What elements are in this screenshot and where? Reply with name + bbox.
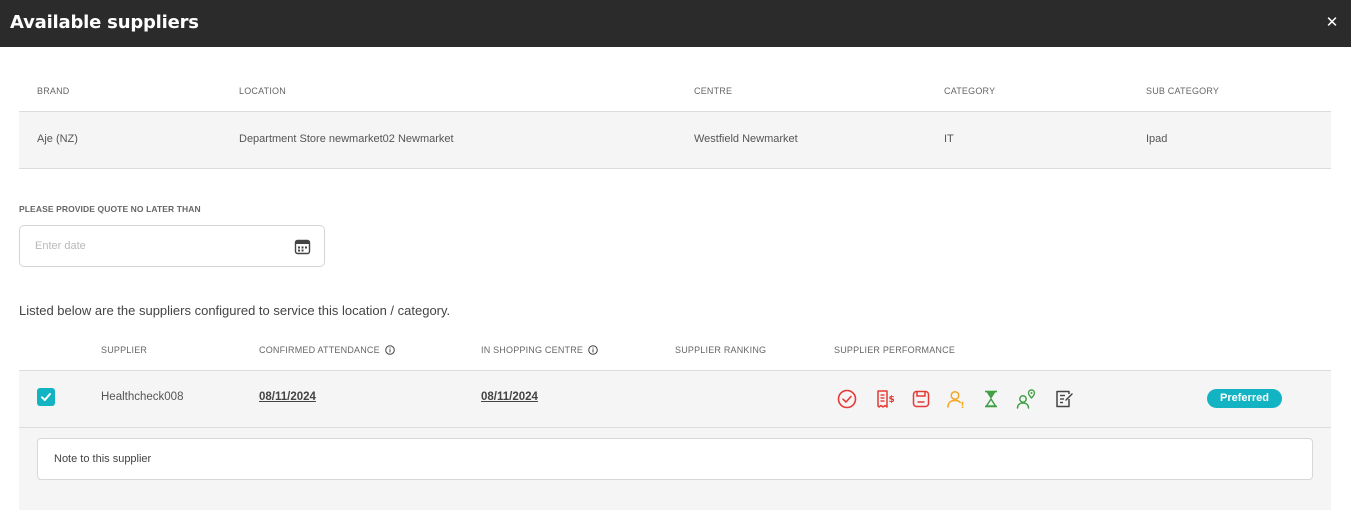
cell-location: Department Store newmarket02 Newmarket <box>239 133 454 145</box>
cell-category: IT <box>944 133 954 145</box>
cell-sub-category: Ipad <box>1146 133 1168 145</box>
info-table-header: BRAND LOCATION CENTRE CATEGORY SUB CATEG… <box>19 70 1331 112</box>
save-icon[interactable] <box>910 388 932 410</box>
suppliers-description: Listed below are the suppliers configure… <box>19 303 451 318</box>
suppliers-table-header: SUPPLIER CONFIRMED ATTENDANCE IN SHOPPIN… <box>19 330 1331 371</box>
header-confirmed-attendance-label: CONFIRMED ATTENDANCE <box>259 345 380 355</box>
in-shopping-centre-date[interactable]: 08/11/2024 <box>481 391 538 403</box>
user-location-icon[interactable] <box>1015 388 1037 410</box>
cell-centre: Westfield Newmarket <box>694 133 798 145</box>
calendar-icon[interactable] <box>294 238 311 255</box>
cell-brand: Aje (NZ) <box>37 133 78 145</box>
header-confirmed-attendance: CONFIRMED ATTENDANCE <box>259 345 395 355</box>
header-supplier-ranking-label: SUPPLIER RANKING <box>675 345 767 355</box>
header-sub-category: SUB CATEGORY <box>1146 86 1220 96</box>
supplier-checkbox[interactable] <box>37 388 55 406</box>
modal-header: Available suppliers ✕ <box>0 0 1351 47</box>
date-input[interactable] <box>35 238 285 254</box>
info-table-row: Aje (NZ) Department Store newmarket02 Ne… <box>19 112 1331 169</box>
modal-title: Available suppliers <box>10 12 199 33</box>
quote-deadline-label: PLEASE PROVIDE QUOTE NO LATER THAN <box>19 204 201 214</box>
header-location: LOCATION <box>239 86 286 96</box>
header-supplier: SUPPLIER <box>101 345 147 355</box>
close-icon[interactable]: ✕ <box>1325 14 1339 30</box>
supplier-name: Healthcheck008 <box>101 391 184 403</box>
supplier-note-input[interactable] <box>37 438 1313 480</box>
info-icon[interactable] <box>385 345 395 355</box>
checkmark-icon <box>41 393 51 401</box>
header-supplier-performance-label: SUPPLIER PERFORMANCE <box>834 345 956 355</box>
info-icon[interactable] <box>588 345 598 355</box>
supplier-note-section <box>19 428 1331 510</box>
user-alert-icon[interactable] <box>945 388 967 410</box>
header-supplier-performance: SUPPLIER PERFORMANCE <box>834 345 955 355</box>
header-category: CATEGORY <box>944 86 996 96</box>
invoice-dollar-icon[interactable]: $ <box>874 388 896 410</box>
svg-text:$: $ <box>889 395 895 405</box>
date-field[interactable] <box>19 225 325 267</box>
checklist-icon[interactable] <box>1053 388 1075 410</box>
hourglass-icon[interactable] <box>980 388 1002 410</box>
header-supplier-ranking: SUPPLIER RANKING <box>675 345 766 355</box>
header-in-shopping-centre-label: IN SHOPPING CENTRE <box>481 345 584 355</box>
preferred-badge: Preferred <box>1207 389 1282 408</box>
header-centre: CENTRE <box>694 86 733 96</box>
header-supplier-label: SUPPLIER <box>101 345 148 355</box>
confirmed-attendance-date[interactable]: 08/11/2024 <box>259 391 316 403</box>
supplier-row: Healthcheck008 08/11/2024 08/11/2024 $ P… <box>19 371 1331 428</box>
location-info-table: BRAND LOCATION CENTRE CATEGORY SUB CATEG… <box>19 70 1331 169</box>
header-brand: BRAND <box>37 86 70 96</box>
header-in-shopping-centre: IN SHOPPING CENTRE <box>481 345 598 355</box>
check-circle-icon[interactable] <box>836 388 858 410</box>
